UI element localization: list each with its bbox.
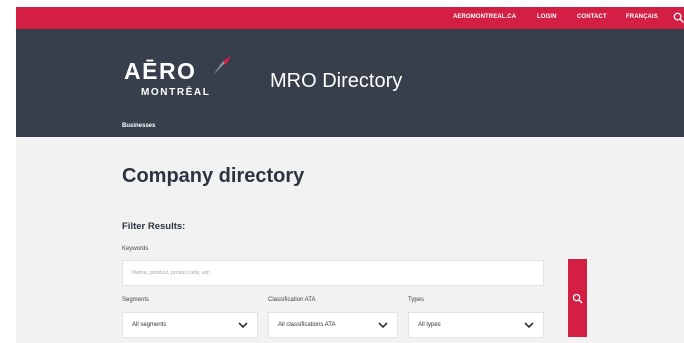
chevron-down-icon [238,322,248,329]
language-link[interactable]: FRANÇAIS [626,14,658,20]
search-icon [572,293,583,304]
contact-link[interactable]: CONTACT [577,14,607,20]
logo-plane-icon [213,56,231,75]
login-link[interactable]: LOGIN [537,14,557,20]
aeromontreal-link[interactable]: AEROMONTREAL.CA [453,14,516,20]
filter-results-heading: Filter Results: [122,221,186,232]
types-label: Types [408,297,425,303]
classification-select-value: All classifications ATA [278,322,336,328]
keywords-input[interactable] [122,260,544,286]
logo-text-top: AĒRO [124,58,197,84]
segments-label: Segments [122,297,150,303]
classification-label: Classification ATA [268,297,316,303]
aero-montreal-logo[interactable]: AĒRO MONTRĒAL [121,55,241,101]
chevron-down-icon [524,322,534,329]
logo-text-bottom: MONTRĒAL [141,87,211,98]
keywords-label: Keywords [122,246,149,252]
chevron-down-icon [378,322,388,329]
top-utility-bar: AEROMONTREAL.CA LOGIN CONTACT FRANÇAIS [16,7,684,29]
classification-select[interactable]: All classifications ATA [268,312,398,338]
nav-item-businesses[interactable]: Businesses [122,123,155,129]
search-icon[interactable] [673,12,684,23]
segments-select-value: All segments [132,322,167,328]
page-header-title: MRO Directory [270,70,403,92]
types-select-value: All types [418,322,441,328]
search-button[interactable] [568,259,587,337]
page-title: Company directory [122,165,305,187]
main-content: Company directory Filter Results: Keywor… [16,137,684,343]
types-select[interactable]: All types [408,312,544,338]
segments-select[interactable]: All segments [122,312,258,338]
site-header: AĒRO MONTRĒAL MRO Directory Businesses [16,29,684,137]
